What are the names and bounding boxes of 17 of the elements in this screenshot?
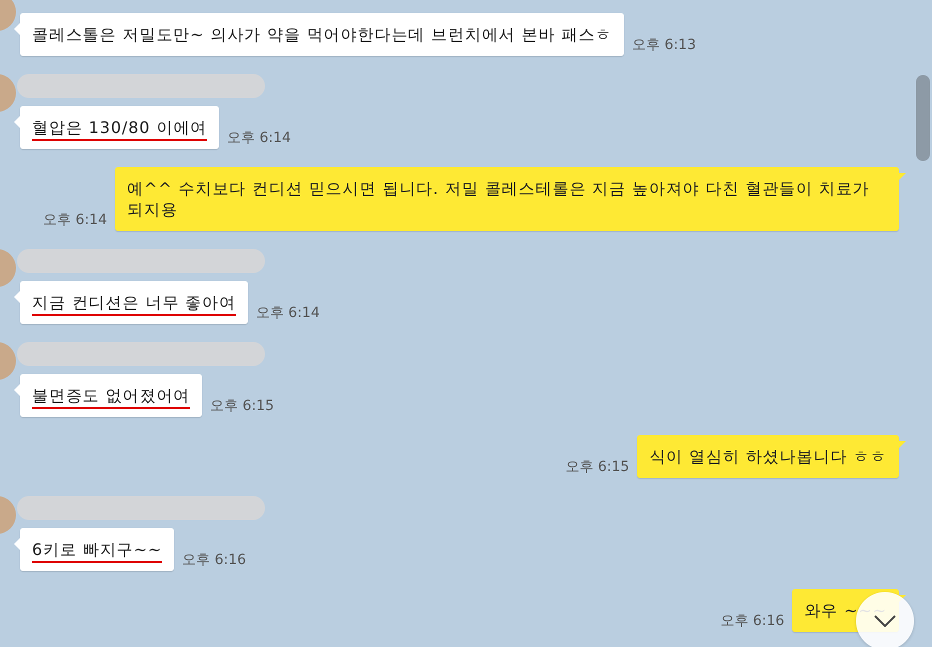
message-text: 예^^ 수치보다 컨디션 믿으시면 됩니다. 저밀 콜레스테롤은 지금 높아져야 다친 혈관들이 치료가 되지용 — [127, 178, 871, 220]
message-time: 오후 6:13 — [632, 36, 696, 54]
message-text: 지금 컨디션은 너무 좋아여 — [32, 292, 236, 316]
message-time: 오후 6:15 — [210, 397, 274, 415]
message-time: 오후 6:15 — [565, 458, 630, 476]
message-time: 오후 6:16 — [720, 612, 784, 630]
message-text: 콜레스톨은 저밀도만~ 의사가 약을 먹어야한다는데 브런치에서 본바 패스ㅎ — [32, 24, 612, 45]
message-text: 식이 열심히 하셨나봅니다 ㅎㅎ — [649, 446, 887, 467]
message-time: 오후 6:14 — [227, 129, 291, 147]
message-time: 오후 6:16 — [182, 551, 246, 569]
message-time: 오후 6:14 — [43, 211, 107, 229]
message-text: 혈압은 130/80 이에여 — [32, 117, 208, 141]
scrollbar-thumb[interactable] — [916, 75, 930, 161]
message-time: 오후 6:14 — [256, 304, 320, 322]
message-text: 6키로 빠지구~~ — [32, 539, 162, 563]
message-text: 불면증도 없어졌어여 — [32, 385, 190, 409]
chevron-down-icon — [874, 615, 896, 627]
